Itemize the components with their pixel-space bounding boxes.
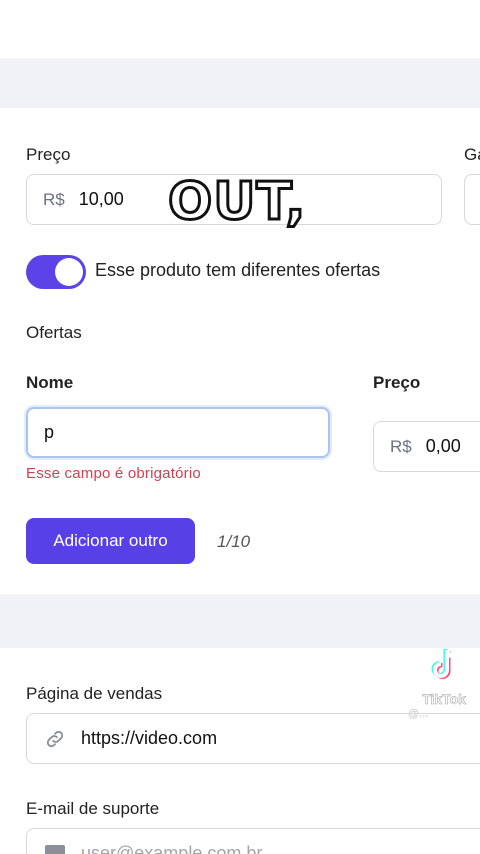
support-email-label: E-mail de suporte [26, 799, 160, 818]
price-value: 10,00 [78, 189, 124, 209]
support-email-placeholder: user@example.com.br [81, 843, 263, 854]
offers-section-label: Ofertas [26, 323, 82, 342]
offer-price-input[interactable]: R$ 0,00 [373, 421, 480, 472]
sales-page-label: Página de vendas [26, 684, 163, 703]
offer-currency-prefix: R$ [390, 436, 412, 456]
sales-page-input[interactable]: https://video.com [26, 713, 480, 764]
offer-name-value: p [44, 422, 55, 442]
section-divider-top [0, 58, 480, 108]
secondary-input[interactable] [464, 174, 480, 225]
section-divider-middle [0, 594, 480, 648]
offer-name-label: Nome [26, 373, 74, 392]
offer-name-error: Esse campo é obrigatório [26, 465, 201, 482]
currency-prefix: R$ [43, 189, 65, 209]
price-label: Preço [26, 145, 71, 164]
mail-icon [43, 843, 67, 854]
link-icon [43, 727, 67, 751]
offers-toggle-label: Esse produto tem diferentes ofertas [95, 260, 381, 280]
offer-name-input[interactable]: p [26, 407, 330, 458]
offer-price-value: 0,00 [425, 436, 461, 456]
sales-page-value: https://video.com [81, 728, 218, 748]
offer-price-label: Preço [373, 373, 421, 392]
video-caption-overlay: OUT, [166, 171, 307, 234]
support-email-input[interactable]: user@example.com.br [26, 828, 480, 854]
tiktok-watermark: TikTok @... [408, 646, 474, 720]
toggle-knob [55, 258, 83, 286]
tiktok-brand-text: TikTok [422, 691, 466, 708]
tiktok-logo-icon [427, 646, 461, 684]
tiktok-handle: @... [407, 708, 429, 720]
offer-counter: 1/10 [217, 532, 251, 551]
secondary-field-label: Ga [464, 145, 480, 164]
add-offer-button[interactable]: Adicionar outro [26, 518, 195, 564]
offers-toggle[interactable] [26, 255, 86, 289]
